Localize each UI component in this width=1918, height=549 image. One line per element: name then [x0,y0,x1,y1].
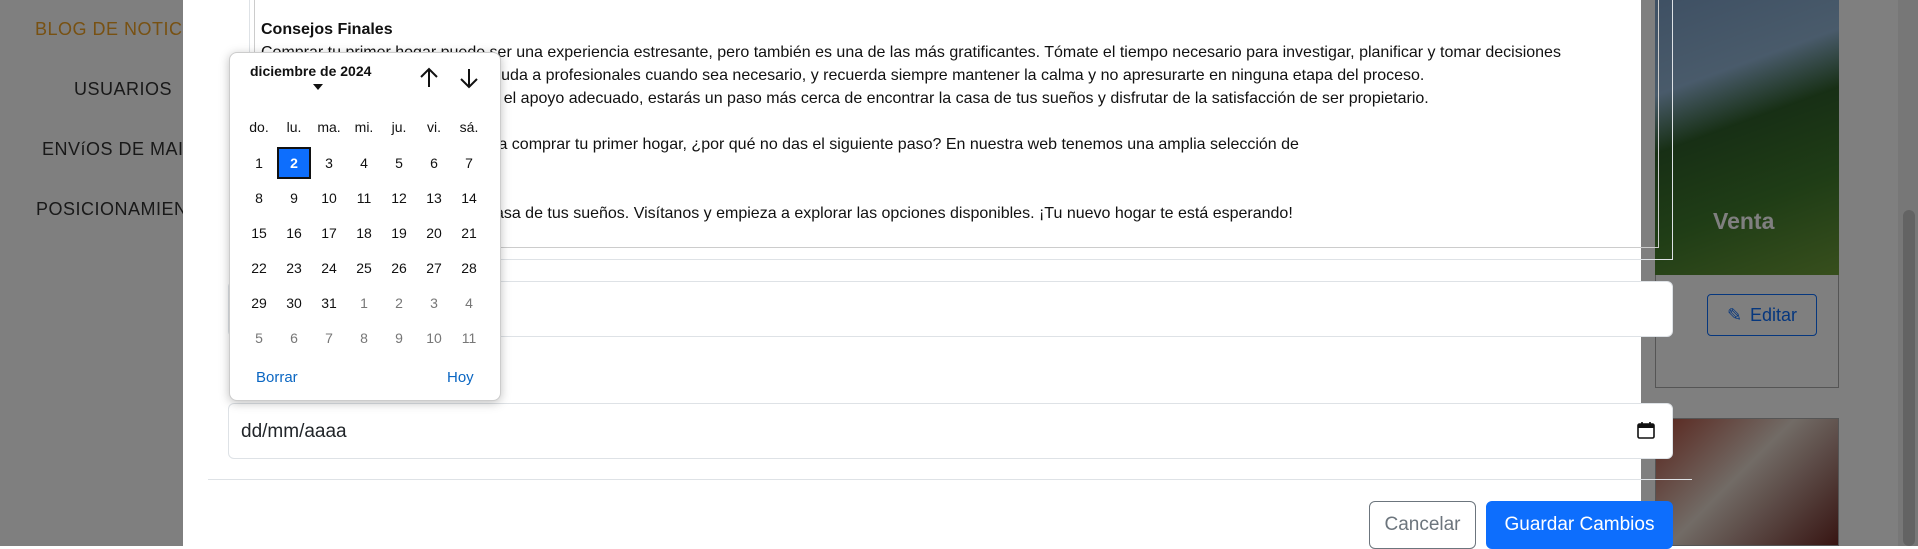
calendar-day[interactable]: 5 [242,322,276,354]
calendar-day[interactable]: 1 [242,147,276,179]
calendar-day[interactable]: 4 [347,147,381,179]
weekday-header: mi. [354,119,374,135]
calendar-icon[interactable] [1637,421,1655,439]
datepicker-today-link[interactable]: Hoy [447,369,474,386]
calendar-day[interactable]: 1 [347,287,381,319]
month-dropdown-caret-icon[interactable] [313,84,323,90]
weekday-header: ma. [317,119,341,135]
calendar-day[interactable]: 17 [312,217,346,249]
calendar-day[interactable]: 10 [417,322,451,354]
calendar-day[interactable]: 19 [382,217,416,249]
weekday-header: sá. [459,119,479,135]
calendar-day[interactable]: 18 [347,217,381,249]
calendar-day[interactable]: 6 [417,147,451,179]
calendar-day[interactable]: 28 [452,252,486,284]
weekday-header: vi. [427,119,441,135]
calendar-day[interactable]: 5 [382,147,416,179]
calendar-day[interactable]: 22 [242,252,276,284]
calendar-day[interactable]: 20 [417,217,451,249]
weekday-header: do. [249,119,269,135]
calendar-day[interactable]: 8 [347,322,381,354]
calendar-day[interactable]: 9 [277,182,311,214]
calendar-day[interactable]: 30 [277,287,311,319]
date-input[interactable] [228,403,1673,459]
save-button[interactable]: Guardar Cambios [1486,501,1673,549]
calendar-day[interactable]: 7 [452,147,486,179]
next-month-arrow-icon[interactable] [457,66,481,90]
calendar-day[interactable]: 14 [452,182,486,214]
calendar-day[interactable]: 9 [382,322,416,354]
calendar-day[interactable]: 16 [277,217,311,249]
calendar-day[interactable]: 8 [242,182,276,214]
calendar-day[interactable]: 24 [312,252,346,284]
datepicker-month-label[interactable]: diciembre de 2024 [250,63,371,79]
calendar-day[interactable]: 13 [417,182,451,214]
calendar-day[interactable]: 10 [312,182,346,214]
calendar-day[interactable]: 11 [452,322,486,354]
datepicker-clear-link[interactable]: Borrar [256,369,298,386]
cancel-button[interactable]: Cancelar [1369,501,1476,549]
calendar-day[interactable]: 2 [277,147,311,179]
calendar-day[interactable]: 31 [312,287,346,319]
calendar-day[interactable]: 2 [382,287,416,319]
calendar-day[interactable]: 3 [312,147,346,179]
weekday-header: ju. [391,119,407,135]
calendar-day[interactable]: 25 [347,252,381,284]
calendar-day[interactable]: 29 [242,287,276,319]
calendar-day[interactable]: 4 [452,287,486,319]
calendar-day[interactable]: 12 [382,182,416,214]
previous-month-arrow-icon[interactable] [417,66,441,90]
calendar-day[interactable]: 6 [277,322,311,354]
calendar-day[interactable]: 7 [312,322,346,354]
editor-heading: Consejos Finales [261,21,393,38]
calendar-day[interactable]: 15 [242,217,276,249]
calendar-day[interactable]: 11 [347,182,381,214]
calendar-day[interactable]: 21 [452,217,486,249]
calendar-day[interactable]: 27 [417,252,451,284]
modal-footer-divider [208,479,1692,480]
weekday-header: lu. [286,119,302,135]
calendar-day[interactable]: 3 [417,287,451,319]
calendar-day[interactable]: 26 [382,252,416,284]
date-input-placeholder: dd/mm/aaaa [241,421,347,442]
calendar-day[interactable]: 23 [277,252,311,284]
